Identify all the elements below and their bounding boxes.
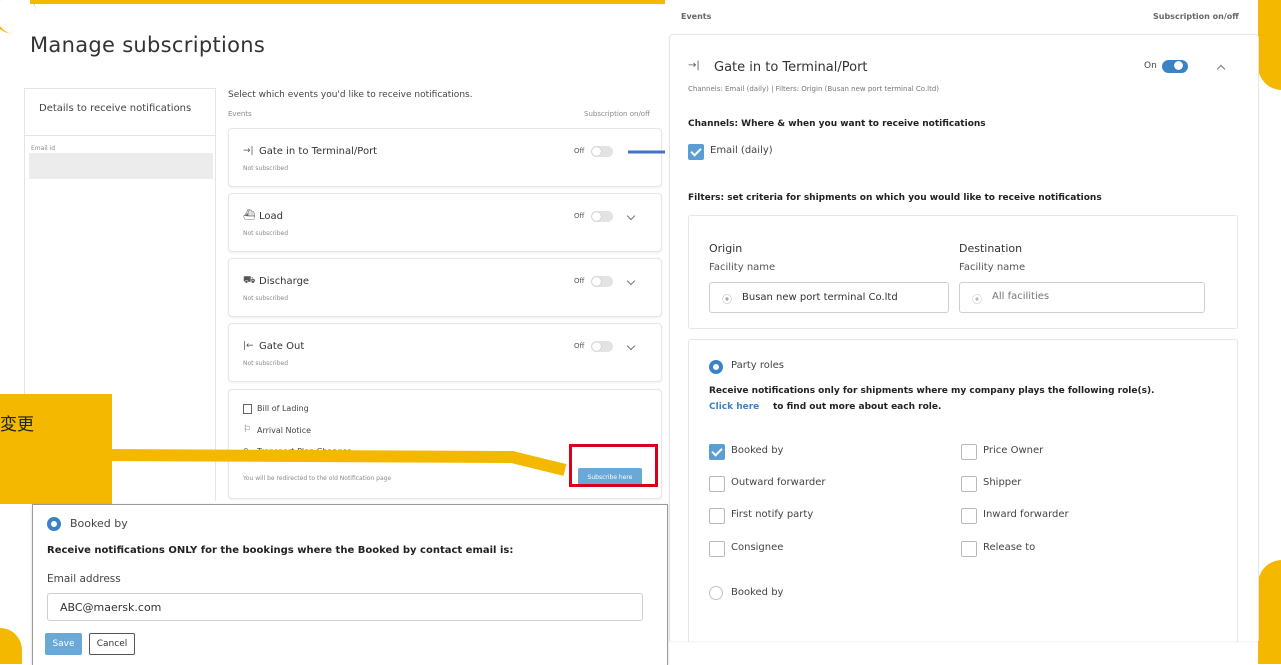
email-address-label: Email address	[47, 573, 121, 585]
booked-by-popup-radio[interactable]	[47, 517, 61, 531]
booked-by-popup-label: Booked by	[70, 517, 128, 530]
destination-field[interactable]	[990, 290, 1194, 303]
party-roles-label: Party roles	[731, 360, 784, 371]
cancel-button[interactable]: Cancel	[89, 633, 135, 655]
role-label: Price Owner	[983, 445, 1044, 456]
email-daily-label: Email (daily)	[710, 145, 773, 156]
destination-facility-label: Facility name	[959, 262, 1026, 273]
role-label: Booked by	[731, 445, 784, 456]
role-label: Shipper	[983, 477, 1022, 488]
origin-facility-label: Facility name	[709, 262, 776, 273]
origin-value: Busan new port terminal Co.ltd	[742, 292, 898, 303]
channels-heading: Channels: Where & when you want to recei…	[688, 119, 986, 129]
location-pin-icon: ⦿	[972, 295, 982, 306]
origin-input[interactable]: ⦿ Busan new port terminal Co.ltd	[709, 282, 949, 313]
filters-heading: Filters: set criteria for shipments on w…	[688, 193, 1102, 203]
booked-by-radio[interactable]	[709, 586, 723, 600]
email-address-field[interactable]	[58, 600, 622, 615]
inward-forwarder-checkbox[interactable]	[961, 508, 977, 524]
destination-input[interactable]: ⦿	[959, 282, 1205, 313]
party-roles-box: Party roles Receive notifications only f…	[688, 339, 1238, 642]
right-page: Events Subscription on/off →| Gate in to…	[665, 0, 1259, 642]
location-pin-icon: ⦿	[722, 295, 732, 306]
email-address-input[interactable]	[47, 593, 643, 621]
subscription-toggle[interactable]	[1162, 60, 1188, 73]
event-name: Gate in to Terminal/Port	[714, 60, 868, 75]
role-label: Release to	[983, 542, 1036, 553]
booked-by-radio-label: Booked by	[731, 587, 784, 598]
gate-in-icon: →|	[688, 60, 700, 71]
outward-forwarder-checkbox[interactable]	[709, 476, 725, 492]
shipper-checkbox[interactable]	[961, 476, 977, 492]
event-detail-card: →| Gate in to Terminal/Port On Channels:…	[669, 34, 1259, 642]
booked-by-checkbox[interactable]	[709, 444, 725, 460]
booked-by-popup-heading: Receive notifications ONLY for the booki…	[47, 545, 514, 556]
price-owner-checkbox[interactable]	[961, 444, 977, 460]
booked-by-popup: Booked by Receive notifications ONLY for…	[32, 504, 668, 665]
role-label: First notify party	[731, 509, 814, 520]
save-button[interactable]: Save	[45, 633, 82, 655]
role-info-link[interactable]: Click here	[709, 402, 759, 412]
first-notify-party-checkbox[interactable]	[709, 508, 725, 524]
toggle-label: On	[1144, 61, 1157, 71]
release-to-checkbox[interactable]	[961, 541, 977, 557]
chevron-up-icon[interactable]	[1216, 64, 1226, 74]
origin-label: Origin	[709, 242, 743, 255]
party-roles-radio[interactable]	[709, 360, 723, 374]
party-roles-desc: Receive notifications only for shipments…	[709, 386, 1155, 396]
role-label: Inward forwarder	[983, 509, 1069, 520]
yellow-connector-line	[91, 449, 567, 476]
role-label: Outward forwarder	[731, 477, 826, 488]
consignee-checkbox[interactable]	[709, 541, 725, 557]
role-info-suffix: to find out more about each role.	[773, 402, 942, 412]
email-daily-checkbox[interactable]	[688, 144, 704, 160]
subscription-header: Subscription on/off	[1153, 12, 1239, 21]
role-label: Consignee	[731, 542, 784, 553]
events-header: Events	[681, 12, 712, 21]
location-filter-box: Origin Facility name ⦿ Busan new port te…	[688, 215, 1238, 329]
subscription-summary: Channels: Email (daily) | Filters: Origi…	[688, 85, 940, 93]
destination-label: Destination	[959, 242, 1023, 255]
